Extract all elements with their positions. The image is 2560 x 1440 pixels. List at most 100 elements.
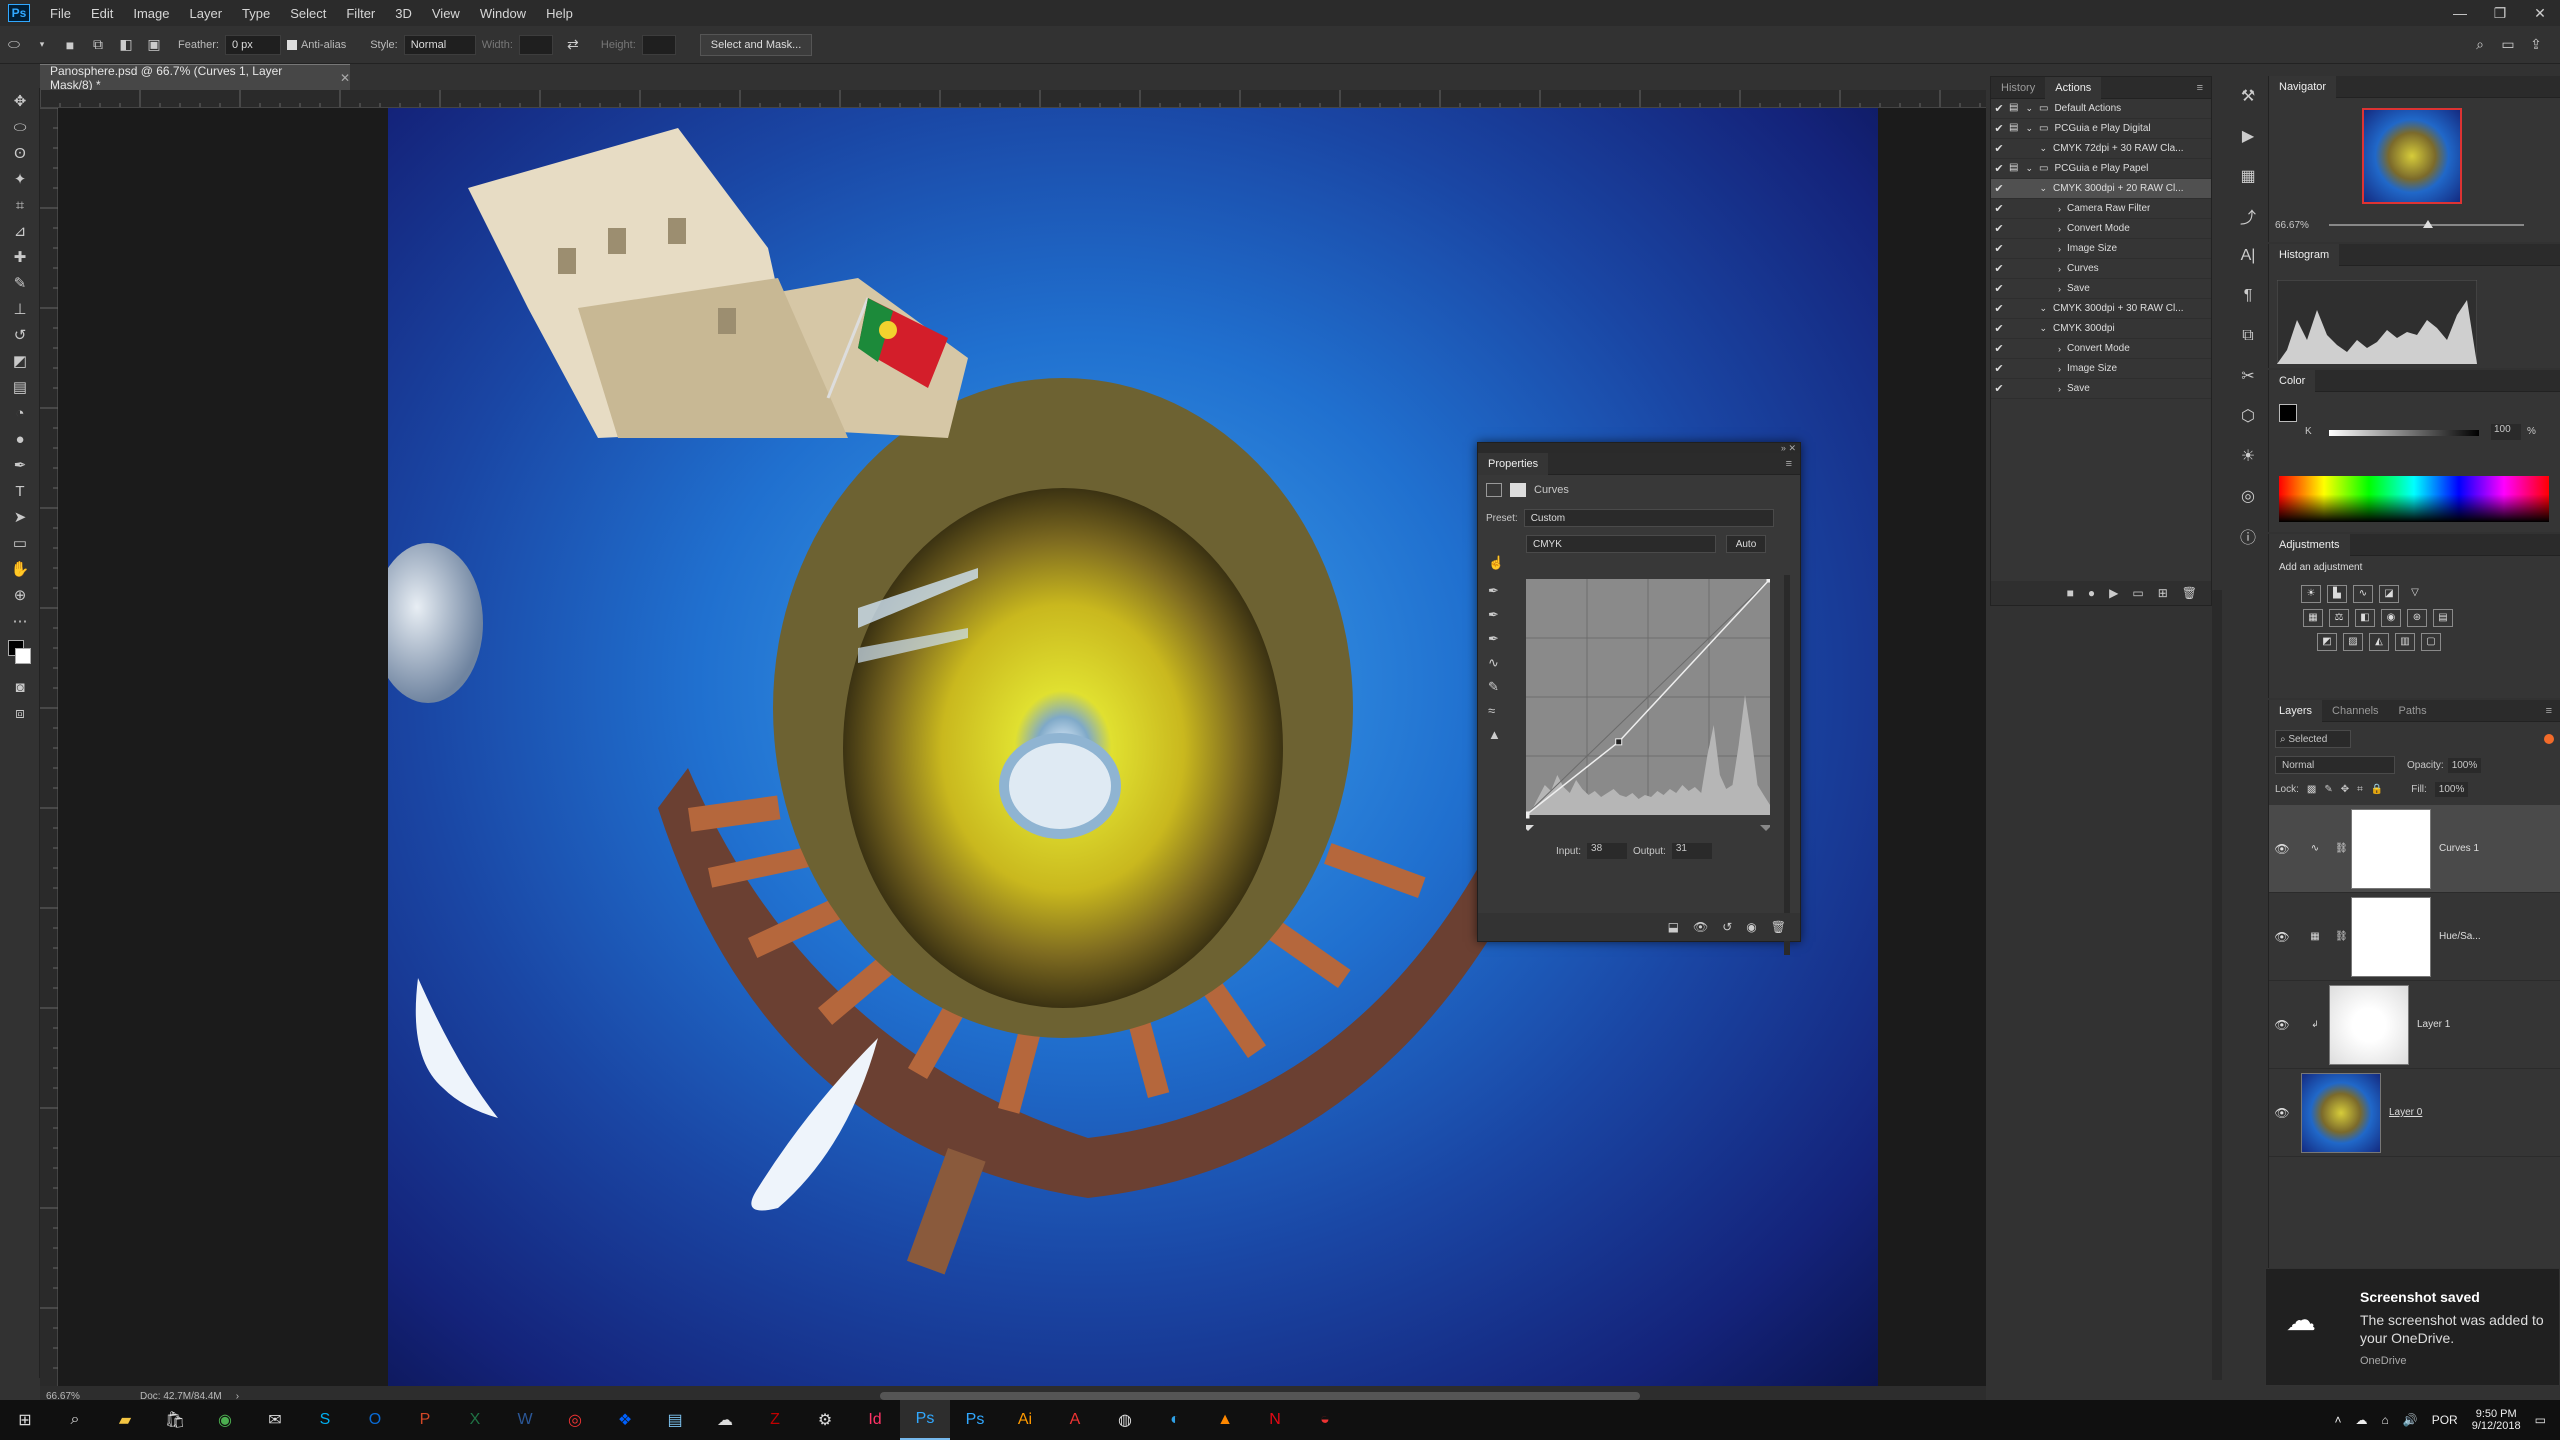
swap-icon[interactable]: ⇄ xyxy=(563,35,583,55)
properties-scrollbar[interactable] xyxy=(1784,575,1790,955)
layer-row[interactable]: 👁 ∿ ⛓ Curves 1 xyxy=(2269,805,2560,893)
lock-all-icon[interactable]: 🔒 xyxy=(2371,784,2383,795)
properties-titlebar[interactable]: » ✕ xyxy=(1478,443,1800,453)
mail-icon[interactable]: ✉ xyxy=(250,1400,300,1440)
excel-icon[interactable]: X xyxy=(450,1400,500,1440)
curves-graph[interactable] xyxy=(1526,579,1770,831)
feather-input[interactable]: 0 px xyxy=(224,34,281,55)
store-icon[interactable]: 🛍 xyxy=(150,1400,200,1440)
visibility-eye-icon[interactable]: 👁 xyxy=(2269,1018,2295,1032)
menu-3d[interactable]: 3D xyxy=(385,6,422,21)
width-input[interactable] xyxy=(518,34,553,55)
expand-chevron-icon[interactable]: › xyxy=(2025,384,2061,394)
lock-position-icon[interactable]: ✥ xyxy=(2341,784,2349,795)
visibility-eye-icon[interactable]: 👁 xyxy=(2269,842,2295,856)
layer-thumbnail[interactable] xyxy=(2301,1072,2381,1153)
menu-layer[interactable]: Layer xyxy=(180,6,233,21)
foreground-color-swatch[interactable] xyxy=(2279,404,2297,422)
dropbox-icon[interactable]: ❖ xyxy=(600,1400,650,1440)
curve-control-point[interactable] xyxy=(1615,738,1623,746)
layers-filter-select[interactable]: ⌕ Selected xyxy=(2275,730,2351,748)
link-icon[interactable]: ⛓ xyxy=(2335,843,2348,854)
menu-window[interactable]: Window xyxy=(470,6,536,21)
maximize-button[interactable]: ❐ xyxy=(2480,0,2520,26)
histogram-title[interactable]: Histogram xyxy=(2269,243,2340,266)
record-icon[interactable]: ● xyxy=(2088,586,2095,600)
app-circle-icon[interactable]: ◍ xyxy=(1100,1400,1150,1440)
action-enabled-check-icon[interactable]: ✔ xyxy=(1991,222,2007,235)
dialog-toggle-box[interactable] xyxy=(2009,182,2023,196)
menu-file[interactable]: File xyxy=(40,6,81,21)
marquee-tool-icon[interactable]: ⬭ xyxy=(4,35,24,55)
expand-chevron-icon[interactable]: ⌄ xyxy=(2025,163,2033,174)
mask-icon[interactable] xyxy=(1510,483,1526,497)
lock-artboard-icon[interactable]: ⌗ xyxy=(2357,784,2363,795)
reset-icon[interactable]: ↺ xyxy=(1722,920,1732,934)
photoshop-2-icon[interactable]: Ps xyxy=(950,1400,1000,1440)
clipping-warning-icon[interactable]: ▲ xyxy=(1488,727,1501,742)
blend-mode-select[interactable]: Normal xyxy=(2275,756,2395,774)
chevron-down-icon[interactable]: ▾ xyxy=(32,35,52,55)
on-image-adjust-icon[interactable]: ☝ xyxy=(1488,555,1504,571)
layer-mask-thumbnail[interactable] xyxy=(2351,896,2431,977)
action-enabled-check-icon[interactable]: ✔ xyxy=(1991,282,2007,295)
input-value[interactable]: 38 xyxy=(1587,843,1628,859)
share-icon[interactable]: ⇪ xyxy=(2526,35,2546,55)
visibility-eye-icon[interactable]: 👁 xyxy=(2269,930,2295,944)
layer-row[interactable]: 👁 ▦ ⛓ Hue/Sa... xyxy=(2269,893,2560,981)
action-enabled-check-icon[interactable]: ✔ xyxy=(1991,302,2007,315)
horizontal-scrollbar[interactable] xyxy=(880,1392,1640,1400)
acrobat-icon[interactable]: A xyxy=(1050,1400,1100,1440)
brush-tool-icon[interactable]: ✎ xyxy=(0,270,40,296)
action-enabled-check-icon[interactable]: ✔ xyxy=(1991,322,2007,335)
action-enabled-check-icon[interactable]: ✔ xyxy=(1991,262,2007,275)
dialog-toggle-box[interactable] xyxy=(2009,362,2023,376)
dialog-toggle-box[interactable] xyxy=(2009,142,2023,156)
action-enabled-check-icon[interactable]: ✔ xyxy=(1991,142,2007,155)
fill-input[interactable]: 100% xyxy=(2434,782,2469,797)
exposure-icon[interactable]: ◪ xyxy=(2379,585,2399,603)
history-brush-tool-icon[interactable]: ↺ xyxy=(0,322,40,348)
lightbulb-icon[interactable]: ☀ xyxy=(2228,436,2268,476)
vlc-icon[interactable]: ▲ xyxy=(1200,1400,1250,1440)
expand-chevron-icon[interactable]: ⌄ xyxy=(2025,183,2047,194)
new-selection-icon[interactable]: ■ xyxy=(60,35,80,55)
subtract-selection-icon[interactable]: ◧ xyxy=(116,35,136,55)
view-previous-icon[interactable]: 👁 xyxy=(1693,920,1708,934)
action-row[interactable]: ✔ ▤ ⌄ ▭ PCGuia e Play Digital xyxy=(1991,119,2211,139)
illustrator-icon[interactable]: Ai xyxy=(1000,1400,1050,1440)
expand-chevron-icon[interactable]: ⌄ xyxy=(2025,123,2033,134)
tab-layers[interactable]: Layers xyxy=(2269,699,2323,722)
close-document-icon[interactable]: ✕ xyxy=(340,71,350,85)
tray-clock[interactable]: 9:50 PM 9/12/2018 xyxy=(2472,1408,2521,1432)
outlook-icon[interactable]: O xyxy=(350,1400,400,1440)
delete-icon[interactable]: 🗑 xyxy=(2182,586,2197,600)
character-icon[interactable]: A| xyxy=(2228,236,2268,276)
brightness-icon[interactable]: ☀ xyxy=(2301,585,2321,603)
eraser-tool-icon[interactable]: ◩ xyxy=(0,348,40,374)
action-row[interactable]: ✔ ▤ ⌄ ▭ Default Actions xyxy=(1991,99,2211,119)
gradient-map-icon[interactable]: ▥ xyxy=(2395,633,2415,651)
action-enabled-check-icon[interactable]: ✔ xyxy=(1991,382,2007,395)
app-red-icon[interactable]: ◎ xyxy=(550,1400,600,1440)
expand-chevron-icon[interactable]: › xyxy=(2025,224,2061,234)
black-input-slider[interactable] xyxy=(1526,825,1534,831)
onedrive-icon[interactable]: ☁ xyxy=(700,1400,750,1440)
close-panel-icon[interactable]: ✕ xyxy=(1788,443,1796,453)
intersect-selection-icon[interactable]: ▣ xyxy=(144,35,164,55)
dialog-toggle-box[interactable]: ▤ xyxy=(2009,102,2023,116)
layer-name[interactable]: Layer 1 xyxy=(2417,1019,2450,1030)
curves-icon[interactable]: ∿ xyxy=(2353,585,2373,603)
tab-paths[interactable]: Paths xyxy=(2389,700,2437,722)
action-row[interactable]: ✔ › Image Size xyxy=(1991,239,2211,259)
blur-tool-icon[interactable]: ◔ xyxy=(0,400,40,426)
marquee-tool-icon[interactable]: ⬭ xyxy=(0,114,40,140)
hand-tool-icon[interactable]: ✋ xyxy=(0,556,40,582)
curve-icon[interactable]: ⤴ xyxy=(2228,196,2268,236)
action-row[interactable]: ✔ › Image Size xyxy=(1991,359,2211,379)
skype-icon[interactable]: S xyxy=(300,1400,350,1440)
layer-mask-thumbnail[interactable] xyxy=(2351,808,2431,889)
action-enabled-check-icon[interactable]: ✔ xyxy=(1991,102,2007,115)
search-icon[interactable]: ⌕ xyxy=(2470,35,2490,55)
vibrance-icon[interactable]: ▽ xyxy=(2405,585,2425,603)
